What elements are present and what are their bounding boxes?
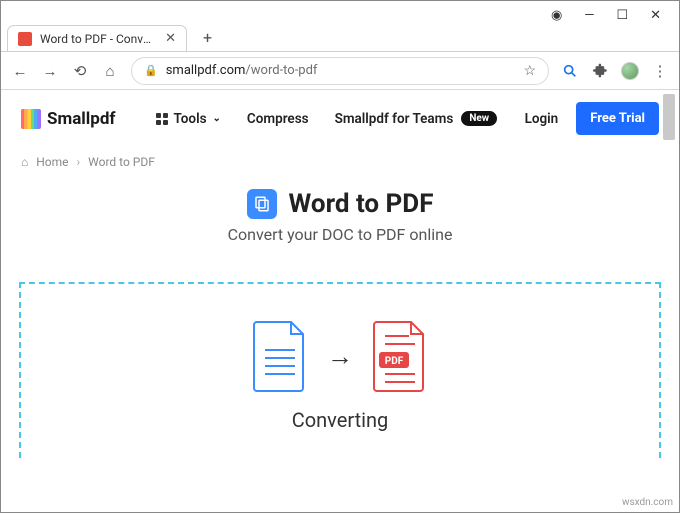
breadcrumb-home[interactable]: Home — [36, 155, 68, 169]
back-button[interactable]: ← — [11, 62, 29, 80]
page-viewport: Smallpdf Tools ⌄ Compress Smallpdf for T… — [1, 90, 679, 498]
breadcrumb-separator: › — [77, 155, 81, 169]
nav-tools-label: Tools — [174, 111, 207, 127]
minimize-button[interactable]: — — [584, 8, 594, 23]
primary-nav: Tools ⌄ Compress Smallpdf for Teams New — [156, 111, 498, 127]
page-subtitle: Convert your DOC to PDF online — [1, 225, 679, 244]
tab-strip: Word to PDF - Convert your DOC… ✕ + — [1, 21, 679, 51]
nav-teams[interactable]: Smallpdf for Teams New — [335, 111, 498, 127]
watermark: wsxdn.com — [622, 497, 673, 508]
chevron-down-icon: ⌄ — [213, 113, 221, 124]
maximize-button[interactable]: ☐ — [616, 8, 628, 23]
chrome-menu-icon[interactable]: ⋮ — [651, 62, 669, 80]
bookmark-star-icon[interactable]: ☆ — [523, 63, 536, 79]
word-to-pdf-icon — [247, 189, 277, 219]
conversion-status: Converting — [21, 408, 659, 432]
hero: Word to PDF Convert your DOC to PDF onli… — [1, 183, 679, 264]
home-button[interactable]: ⌂ — [101, 62, 119, 80]
home-icon: ⌂ — [21, 155, 28, 169]
profile-avatar[interactable] — [621, 62, 639, 80]
nav-tools[interactable]: Tools ⌄ — [156, 111, 221, 127]
favicon-icon — [18, 32, 32, 46]
site-header: Smallpdf Tools ⌄ Compress Smallpdf for T… — [1, 90, 679, 147]
login-link[interactable]: Login — [525, 111, 559, 127]
doc-file-icon — [251, 320, 309, 392]
brand-logo[interactable]: Smallpdf — [21, 109, 116, 129]
arrow-right-icon: → — [327, 341, 353, 372]
page-title: Word to PDF — [289, 189, 434, 219]
brand-name: Smallpdf — [47, 109, 116, 129]
browser-tab[interactable]: Word to PDF - Convert your DOC… ✕ — [7, 25, 187, 51]
extensions-icon[interactable] — [591, 62, 609, 80]
svg-text:PDF: PDF — [385, 356, 404, 367]
new-badge: New — [461, 111, 497, 126]
breadcrumb-current: Word to PDF — [88, 155, 155, 169]
new-tab-button[interactable]: + — [197, 24, 218, 51]
lock-icon: 🔒 — [144, 64, 158, 77]
browser-toolbar: ← → ⟲ ⌂ 🔒 smallpdf.com/word-to-pdf ☆ ⋮ — [1, 52, 679, 90]
grid-icon — [156, 113, 168, 125]
logo-mark-icon — [21, 109, 41, 129]
header-right: Login Free Trial — [525, 102, 659, 135]
scrollbar-track[interactable] — [663, 90, 677, 498]
reload-button[interactable]: ⟲ — [71, 62, 89, 80]
conversion-graphic: → PDF — [21, 320, 659, 392]
forward-button[interactable]: → — [41, 62, 59, 80]
close-window-button[interactable]: ✕ — [650, 8, 661, 23]
search-icon[interactable] — [561, 62, 579, 80]
url-text: smallpdf.com/word-to-pdf — [166, 63, 318, 78]
free-trial-button[interactable]: Free Trial — [576, 102, 659, 135]
dropzone[interactable]: → PDF Converting — [19, 282, 661, 458]
scrollbar-thumb[interactable] — [663, 94, 675, 140]
window-controls: ◉ — ☐ ✕ — [1, 1, 679, 21]
nav-compress[interactable]: Compress — [247, 111, 309, 127]
tab-title: Word to PDF - Convert your DOC… — [40, 32, 157, 46]
account-dot-icon[interactable]: ◉ — [551, 8, 562, 23]
address-bar[interactable]: 🔒 smallpdf.com/word-to-pdf ☆ — [131, 57, 549, 85]
pdf-file-icon: PDF — [371, 320, 429, 392]
close-tab-icon[interactable]: ✕ — [165, 31, 176, 46]
breadcrumb: ⌂ Home › Word to PDF — [1, 147, 679, 183]
